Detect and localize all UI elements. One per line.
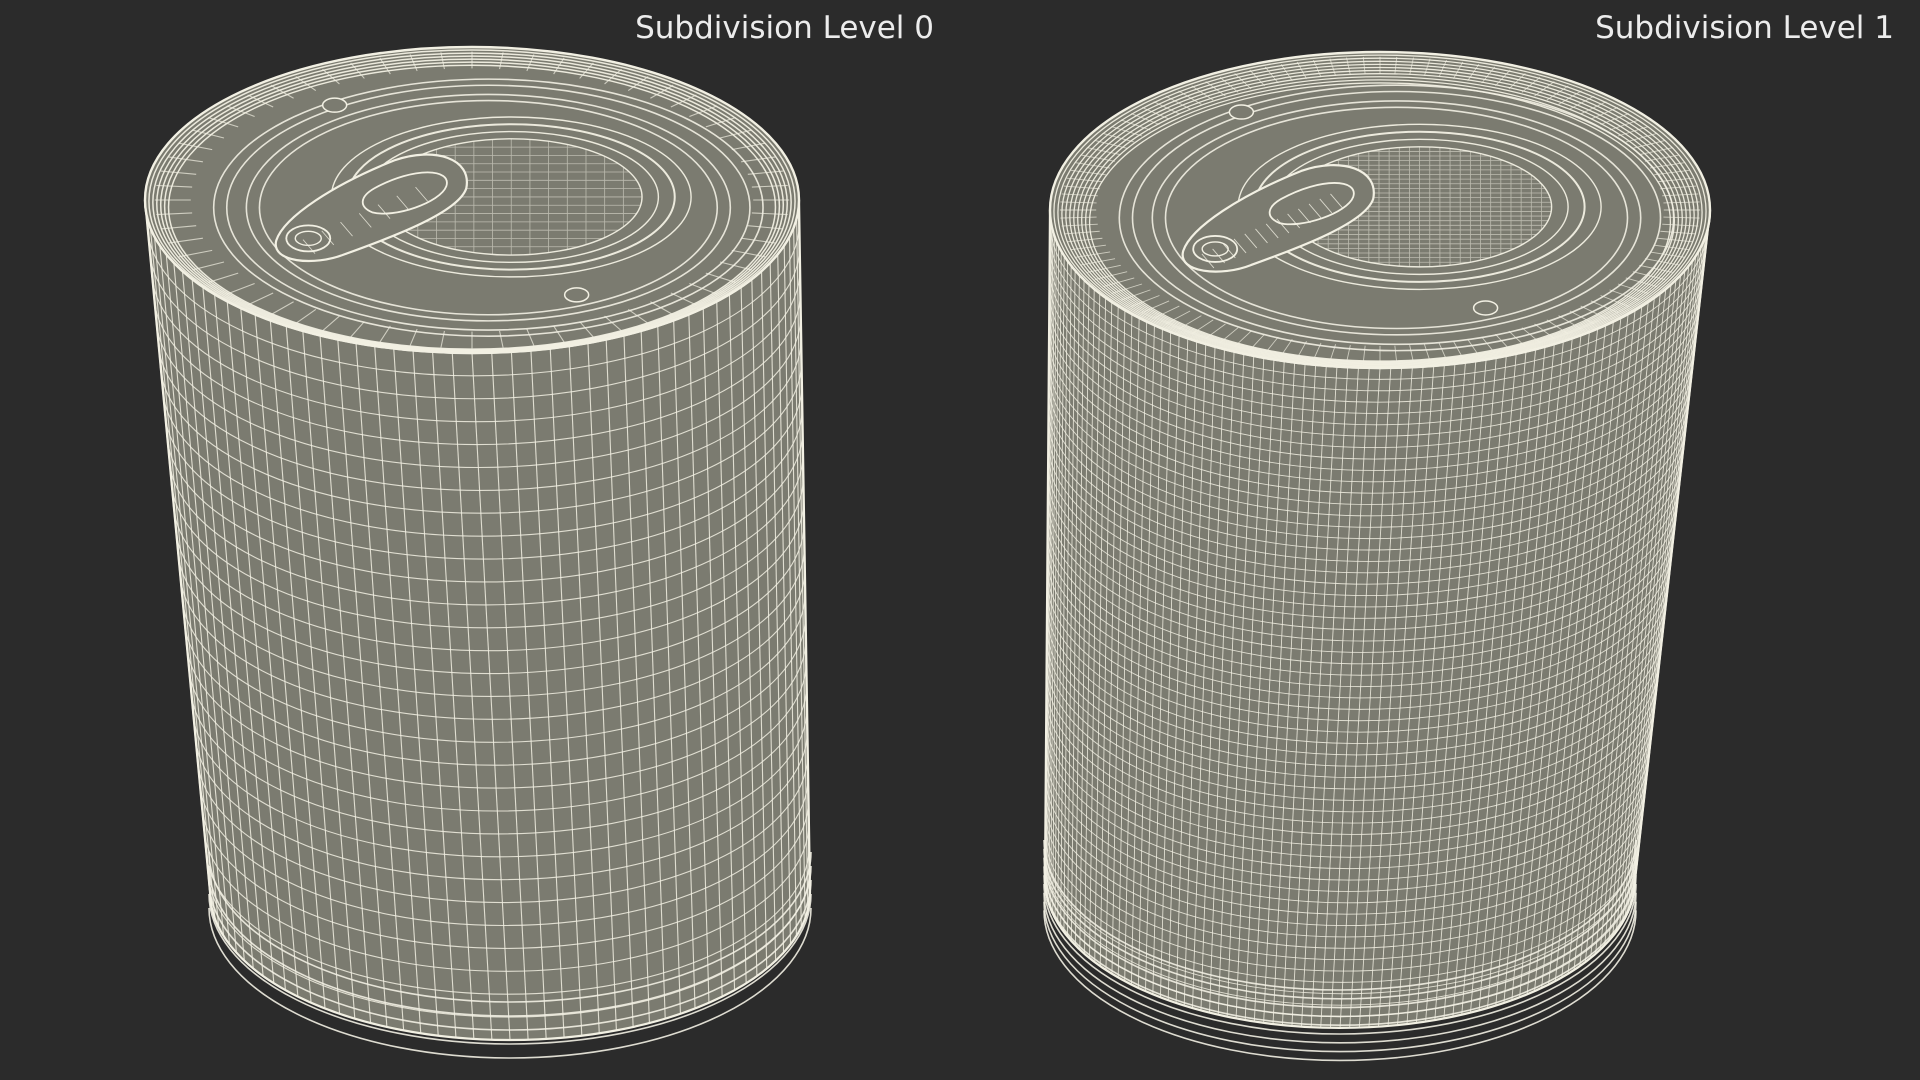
can-subdivision-1 (1043, 50, 1712, 1062)
can-lid (1048, 50, 1712, 370)
can-lid (143, 45, 801, 355)
viewport: Subdivision Level 0 Subdivision Level 1 (0, 0, 1920, 1080)
wireframe-render (143, 45, 1712, 1062)
can-subdivision-0 (143, 45, 812, 1059)
